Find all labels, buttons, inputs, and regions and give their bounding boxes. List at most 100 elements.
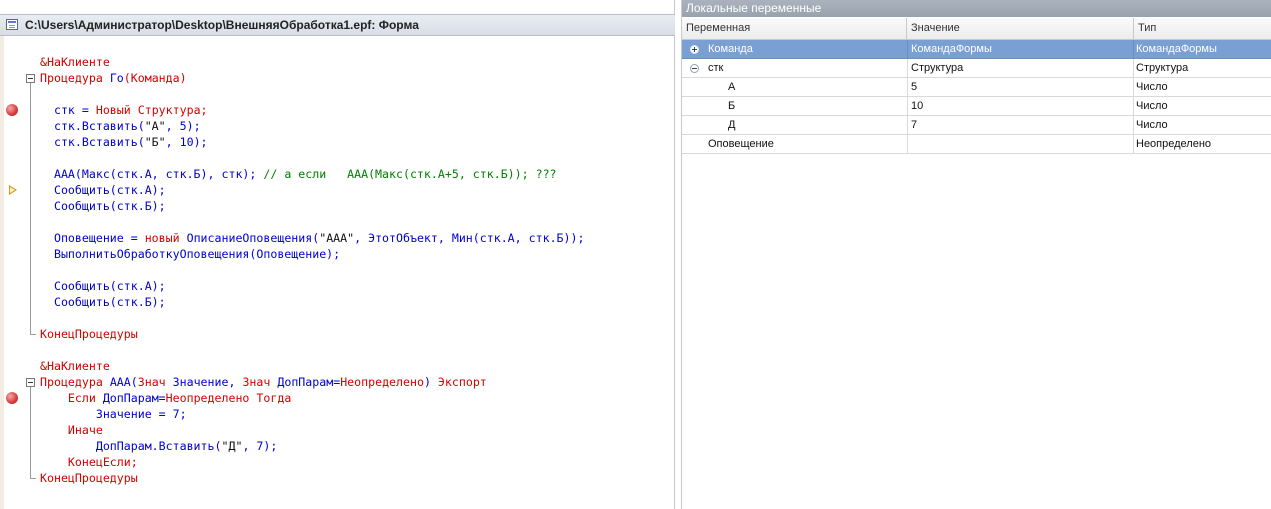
code-line[interactable]: стк.Вставить("Б", 10);	[0, 134, 675, 150]
expand-icon[interactable]	[690, 45, 699, 54]
code-line[interactable]: КонецПроцедуры	[0, 470, 675, 486]
code-text: КонецЕсли;	[40, 454, 138, 470]
code-token: , 5);	[165, 119, 201, 133]
code-token: )	[423, 375, 438, 389]
variable-name: Б	[728, 100, 736, 112]
code-line[interactable]: ААА(Макс(стк.А, стк.Б), стк); // а если …	[0, 166, 675, 182]
code-token: Знач	[137, 375, 173, 389]
code-line[interactable]: стк.Вставить("А", 5);	[0, 118, 675, 134]
code-text: стк = Новый Структура;	[40, 102, 208, 118]
collapse-icon[interactable]	[26, 378, 35, 387]
code-text: &НаКлиенте	[40, 358, 110, 374]
editor-title-bar[interactable]: C:\Users\Администратор\Desktop\ВнешняяОб…	[0, 14, 675, 36]
code-token: "Д"	[221, 439, 243, 453]
locals-row[interactable]: Оповещение Неопределено	[682, 135, 1271, 154]
code-token: Сообщить(стк.Б);	[40, 199, 166, 213]
code-token: ДопПарам=	[102, 391, 166, 405]
code-line[interactable]: Сообщить(стк.А);	[0, 182, 675, 198]
fold-guide-line	[30, 83, 31, 334]
code-line[interactable]	[0, 86, 675, 102]
code-text: Сообщить(стк.Б);	[40, 294, 166, 310]
code-token: ОписаниеОповещения(	[186, 231, 320, 245]
variable-name: стк	[708, 62, 724, 74]
variable-type: Число	[1136, 119, 1168, 131]
code-area[interactable]: &НаКлиенте Процедура Го(Команда) стк = Но…	[0, 36, 675, 509]
code-text: &НаКлиенте	[40, 54, 110, 70]
code-line[interactable]: Процедура ААА(Знач Значение, Знач ДопПар…	[0, 374, 675, 390]
locals-row[interactable]: Б 10 Число	[682, 97, 1271, 116]
code-text: КонецПроцедуры	[40, 326, 138, 342]
variable-name-cell: стк	[682, 59, 908, 77]
code-token: "ААА"	[319, 231, 355, 245]
code-token: Иначе	[40, 423, 103, 437]
code-text: Значение = 7;	[40, 406, 187, 422]
code-line[interactable]	[0, 262, 675, 278]
code-line[interactable]: &НаКлиенте	[0, 54, 675, 70]
code-line[interactable]: стк = Новый Структура;	[0, 102, 675, 118]
code-token: "А"	[144, 119, 166, 133]
breakpoint-icon[interactable]	[6, 104, 18, 116]
code-line[interactable]	[0, 150, 675, 166]
locals-row[interactable]: А 5 Число	[682, 78, 1271, 97]
code-token: Сообщить(стк.А);	[40, 183, 166, 197]
variable-name: Оповещение	[708, 138, 774, 150]
variable-type: Число	[1136, 100, 1168, 112]
code-token: , ЭтотОбъект, Мин(стк.А, стк.Б));	[354, 231, 585, 245]
code-token: ААА(Макс(стк.А, стк.Б), стк);	[40, 167, 264, 181]
code-line[interactable]	[0, 342, 675, 358]
code-token: КонецПроцедуры	[40, 327, 138, 341]
code-line[interactable]: Сообщить(стк.Б);	[0, 198, 675, 214]
code-token: (Команда)	[123, 71, 187, 85]
locals-row[interactable]: Команда КомандаФормы КомандаФормы	[682, 40, 1271, 59]
code-line[interactable]: Если ДопПарам=Неопределено Тогда	[0, 390, 675, 406]
code-line[interactable]: Сообщить(стк.А);	[0, 278, 675, 294]
code-token: ВыполнитьОбработкуОповещения(Оповещение)…	[40, 247, 341, 261]
locals-row[interactable]: Д 7 Число	[682, 116, 1271, 135]
code-line[interactable]: Сообщить(стк.Б);	[0, 294, 675, 310]
code-line[interactable]: Процедура Го(Команда)	[0, 70, 675, 86]
locals-row[interactable]: стк Структура Структура	[682, 59, 1271, 78]
code-line[interactable]: ДопПарам.Вставить("Д", 7);	[0, 438, 675, 454]
code-text: ААА(Макс(стк.А, стк.Б), стк); // а если …	[40, 166, 557, 182]
code-token: &НаКлиенте	[40, 359, 110, 373]
code-line[interactable]: Иначе	[0, 422, 675, 438]
code-token: ДопПарам.Вставить(	[40, 439, 222, 453]
code-line[interactable]: Значение = 7;	[0, 406, 675, 422]
local-variables-panel: Локальные переменные Переменная Значение…	[681, 0, 1271, 509]
code-line[interactable]	[0, 310, 675, 326]
code-text: ДопПарам.Вставить("Д", 7);	[40, 438, 278, 454]
column-header-value[interactable]: Значение	[907, 18, 1134, 40]
code-token: Тогда	[256, 391, 292, 405]
collapse-icon[interactable]	[690, 64, 699, 73]
code-text: Сообщить(стк.А);	[40, 278, 166, 294]
column-header-type[interactable]: Тип	[1134, 18, 1271, 40]
variable-name: Команда	[708, 43, 753, 55]
code-line[interactable]: &НаКлиенте	[0, 358, 675, 374]
column-header-variable[interactable]: Переменная	[682, 18, 907, 40]
code-token: Го	[109, 71, 124, 85]
code-token: , 7);	[242, 439, 278, 453]
variable-name-cell: Команда	[682, 40, 908, 58]
code-token: Структура;	[137, 103, 208, 117]
code-token: Сообщить(стк.Б);	[40, 295, 166, 309]
variable-type: Число	[1136, 81, 1168, 93]
code-line[interactable]: КонецЕсли;	[0, 454, 675, 470]
code-token: КонецЕсли;	[40, 455, 138, 469]
code-token: Сообщить(стк.А);	[40, 279, 166, 293]
collapse-icon[interactable]	[26, 74, 35, 83]
code-text: стк.Вставить("Б", 10);	[40, 134, 208, 150]
code-token: Экспорт	[437, 375, 487, 389]
variable-name-cell: Оповещение	[682, 135, 908, 153]
breakpoint-icon[interactable]	[6, 392, 18, 404]
local-variables-title: Локальные переменные	[686, 1, 822, 15]
code-text: КонецПроцедуры	[40, 470, 138, 486]
code-line[interactable]: КонецПроцедуры	[0, 326, 675, 342]
code-token: Знач	[242, 375, 278, 389]
code-token: Неопределено	[165, 391, 257, 405]
code-line[interactable]	[0, 214, 675, 230]
variable-value: 5	[907, 78, 1134, 96]
code-token: , 10);	[165, 135, 208, 149]
code-line[interactable]: Оповещение = новый ОписаниеОповещения("А…	[0, 230, 675, 246]
code-text: Сообщить(стк.Б);	[40, 198, 166, 214]
code-line[interactable]: ВыполнитьОбработкуОповещения(Оповещение)…	[0, 246, 675, 262]
